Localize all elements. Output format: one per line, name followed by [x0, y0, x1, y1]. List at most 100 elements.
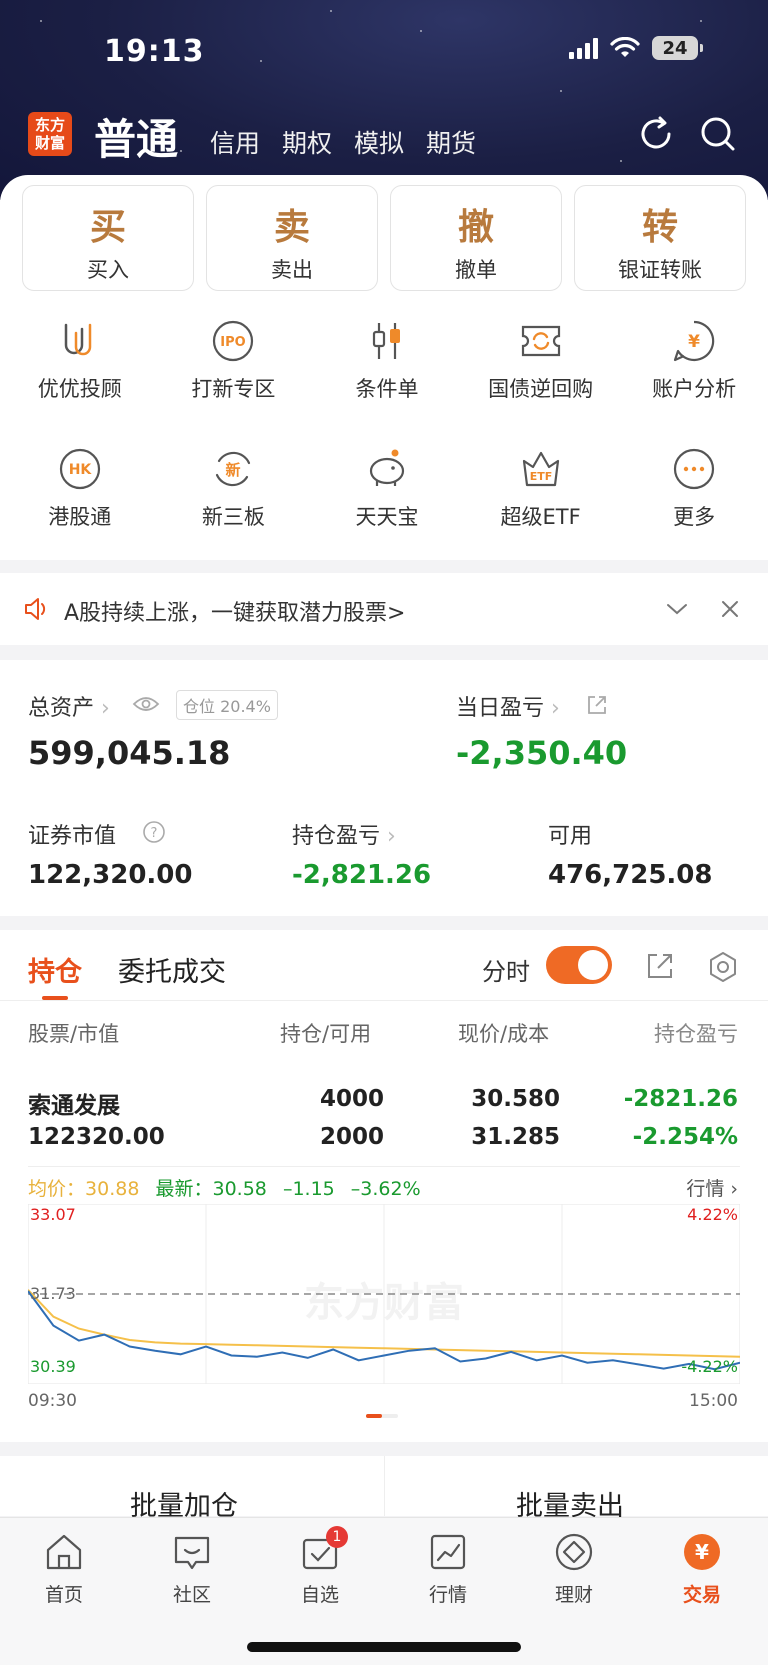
avg-price-label: 均价：	[28, 1178, 86, 1200]
feature-label: 超级ETF	[500, 505, 581, 529]
quote-link[interactable]: 行情 ›	[686, 1174, 738, 1201]
logo-line-1: 东方	[34, 116, 65, 134]
y-min-label: 30.39	[30, 1357, 76, 1376]
sell-glyph: 卖	[273, 206, 310, 248]
tab-credit[interactable]: 信用	[210, 124, 260, 160]
holding-qty: 4000	[319, 1086, 384, 1112]
tab-trade[interactable]: ¥ 交易	[662, 1530, 742, 1607]
latest-price-value: 30.58	[212, 1178, 267, 1200]
chart-watermark: 东方财富	[304, 1280, 464, 1326]
y-max-label: 33.07	[30, 1205, 76, 1224]
price-change: –1.15	[282, 1178, 335, 1200]
bond-repo-icon	[521, 325, 560, 357]
trade-icon: ¥	[684, 1534, 720, 1570]
tab-watchlist[interactable]: 1 自选	[280, 1526, 360, 1607]
timeshare-toggle[interactable]	[546, 946, 612, 984]
chevron-down-icon[interactable]	[664, 597, 690, 621]
battery-indicator: 24	[652, 36, 703, 60]
tab-orders[interactable]: 委托成交	[118, 950, 226, 989]
wifi-icon	[610, 37, 640, 57]
close-icon[interactable]	[718, 597, 742, 621]
feature-grid: 优优投顾 IPO 打新专区 条件单 国债逆回购 ¥ 账户分析 HK 港股通 新 …	[0, 307, 768, 563]
tab-futures[interactable]: 期货	[426, 124, 476, 160]
daily-pl-label[interactable]: 当日盈亏 ›	[456, 690, 560, 722]
cost-price: 31.285	[471, 1124, 560, 1150]
page-indicator	[366, 1414, 398, 1418]
svg-text:¥: ¥	[688, 332, 700, 352]
feature-hk-connect[interactable]: HK 港股通	[6, 435, 154, 563]
tab-wealth[interactable]: 理财	[534, 1530, 614, 1607]
banner-text[interactable]: A股持续上涨，一键获取潜力股票>	[64, 595, 406, 627]
tab-holdings[interactable]: 持仓	[28, 950, 82, 989]
feature-super-etf[interactable]: ETF 超级ETF	[467, 435, 615, 563]
tab-simulation[interactable]: 模拟	[354, 124, 404, 160]
status-icons: 24	[569, 36, 703, 60]
sell-label: 卖出	[271, 258, 313, 282]
feature-uu-advisor[interactable]: 优优投顾	[6, 307, 154, 435]
tab-market[interactable]: 行情	[408, 1530, 488, 1607]
sell-button[interactable]: 卖 卖出	[206, 185, 378, 291]
batch-actions: 批量加仓 批量卖出	[0, 1456, 768, 1522]
feature-label: 更多	[673, 505, 716, 529]
feature-ipo[interactable]: IPO 打新专区	[160, 307, 308, 435]
intraday-chart[interactable]: 东方财富 33.07 31.73 30.39 4.22% -4.22%	[28, 1204, 740, 1384]
hk-icon: HK	[59, 448, 100, 490]
latest-price-label: 最新：	[155, 1178, 213, 1200]
new-board-icon: 新	[216, 451, 251, 487]
col-holding: 持仓/可用	[280, 1022, 372, 1046]
feature-label: 新三板	[201, 505, 265, 529]
transfer-label: 银证转账	[618, 258, 702, 282]
bank-transfer-button[interactable]: 转 银证转账	[574, 185, 746, 291]
search-icon[interactable]	[698, 114, 738, 154]
quote-strip: 均价：30.88 最新：30.58 –1.15 –3.62%	[28, 1174, 421, 1201]
tab-community[interactable]: 社区	[152, 1530, 232, 1607]
feature-label: 打新专区	[191, 377, 276, 401]
tab-label: 自选	[300, 1584, 339, 1606]
feature-tiantianbao[interactable]: 天天宝	[313, 435, 461, 563]
feature-more[interactable]: 更多	[620, 435, 768, 563]
transfer-glyph: 转	[641, 206, 678, 248]
avg-price-value: 30.88	[85, 1178, 140, 1200]
trade-shortcuts-card: 买 买入 卖 卖出 撤 撤单 转 银证转账 优优投顾 IPO 打新专区 条件单 …	[0, 175, 768, 560]
col-pl: 持仓盈亏	[654, 1022, 738, 1046]
wealth-icon	[555, 1533, 593, 1571]
pct-min-label: -4.22%	[681, 1357, 738, 1376]
feature-bond-repo[interactable]: 国债逆回购	[467, 307, 615, 435]
export-icon[interactable]	[644, 950, 676, 982]
total-assets-label[interactable]: 总资产 ›	[28, 690, 110, 722]
holding-pl-value: -2,821.26	[292, 860, 432, 890]
eye-icon[interactable]	[132, 694, 160, 714]
buy-button[interactable]: 买 买入	[22, 185, 194, 291]
help-icon[interactable]: ?	[142, 820, 166, 844]
position-pl: -2821.26	[623, 1086, 738, 1112]
market-icon	[430, 1534, 466, 1570]
speaker-icon	[25, 598, 46, 620]
feature-conditional-order[interactable]: 条件单	[313, 307, 461, 435]
positions-panel: 持仓 委托成交 分时 股票/市值 持仓/可用 现价/成本 持仓盈亏 索通发展 1…	[0, 930, 768, 1442]
buy-glyph: 买	[89, 206, 126, 248]
feature-account-analysis[interactable]: ¥ 账户分析	[620, 307, 768, 435]
tab-normal[interactable]: 普通	[94, 106, 178, 167]
refresh-icon[interactable]	[636, 114, 676, 154]
svg-text:¥: ¥	[695, 1540, 709, 1564]
tab-label: 交易	[682, 1584, 721, 1606]
cancel-glyph: 撤	[457, 206, 494, 248]
svg-text:IPO: IPO	[221, 335, 246, 350]
cancel-order-button[interactable]: 撤 撤单	[390, 185, 562, 291]
feature-label: 港股通	[48, 505, 112, 529]
settings-icon[interactable]	[706, 950, 740, 984]
buy-label: 买入	[87, 258, 129, 282]
promo-banner[interactable]: A股持续上涨，一键获取潜力股票>	[0, 573, 768, 645]
eastmoney-logo: 东方 财富	[28, 112, 72, 156]
tab-home[interactable]: 首页	[24, 1530, 104, 1607]
tab-options[interactable]: 期权	[282, 124, 332, 160]
home-indicator	[247, 1642, 521, 1652]
etf-icon: ETF	[522, 451, 559, 487]
available-label: 可用	[548, 824, 593, 849]
feature-new-third-board[interactable]: 新 新三板	[160, 435, 308, 563]
piggy-bank-icon	[369, 449, 405, 486]
share-icon[interactable]	[586, 694, 608, 716]
holding-pl-label[interactable]: 持仓盈亏 ›	[292, 818, 396, 850]
tab-label: 行情	[428, 1584, 467, 1606]
account-type-tabs: 信用 期权 模拟 期货	[210, 124, 476, 160]
